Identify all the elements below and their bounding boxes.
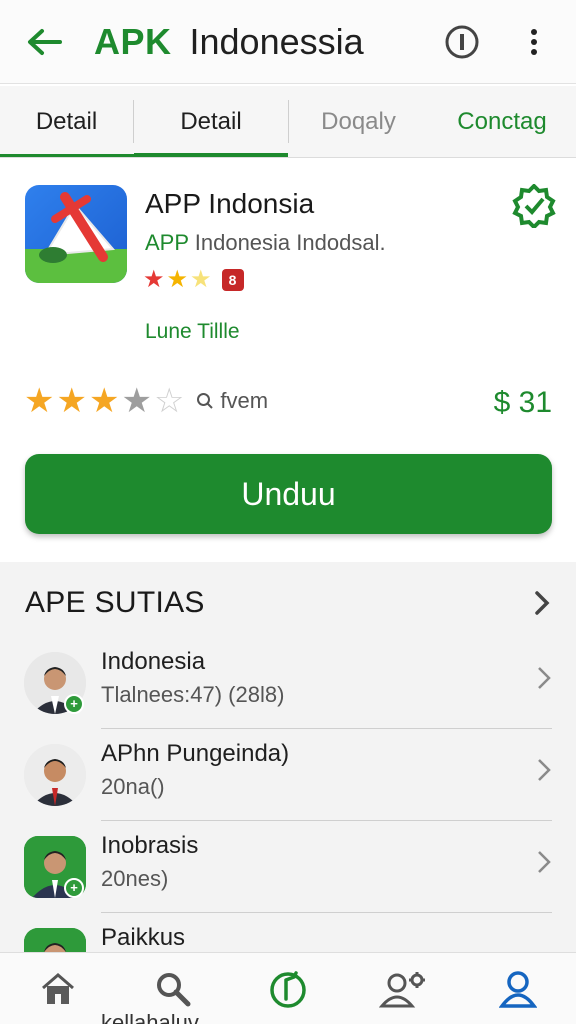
star-icon: ★ xyxy=(166,266,189,293)
app-info-card: APP Indonsia APP Indonesia Indodsal. ★ ★… xyxy=(0,160,576,560)
item-title: Paikkus xyxy=(101,924,186,951)
divider xyxy=(101,728,552,729)
chevron-right-icon xyxy=(538,759,551,781)
rating-row: ★ ★ ★ ★ ☆ fvem xyxy=(24,384,268,418)
more-vert-icon xyxy=(531,28,537,55)
related-section: APE SUTIAS + Indonesia Tlalnees:47) (28l… xyxy=(0,562,576,990)
add-badge-icon: + xyxy=(64,694,84,714)
add-badge-icon: + xyxy=(64,878,84,898)
more-options-button[interactable] xyxy=(508,16,560,68)
title-text: Indonessia xyxy=(189,20,364,62)
rocket-update-icon xyxy=(270,970,306,1008)
list-item[interactable]: + Inobrasis 20nes) xyxy=(0,832,576,924)
info-button[interactable] xyxy=(436,16,488,68)
tab-detail-2[interactable]: Detail xyxy=(134,86,288,157)
app-subtitle-green: APP xyxy=(145,230,189,255)
chevron-right-icon xyxy=(538,851,551,873)
item-title: APhn Pungeinda) xyxy=(101,740,290,767)
item-title: Indonesia xyxy=(101,648,206,675)
info-icon xyxy=(445,25,479,58)
divider xyxy=(101,820,552,821)
app-price: $ 31 xyxy=(493,386,552,419)
section-header[interactable]: APE SUTIAS xyxy=(25,586,551,620)
star-icon: ★ xyxy=(88,382,120,420)
tab-detail-1[interactable]: Detail xyxy=(0,100,134,143)
list-item[interactable]: APhn Pungeinda) 20na() xyxy=(0,740,576,832)
tab-conctag[interactable]: Conctag xyxy=(428,86,576,157)
divider xyxy=(101,912,552,913)
top-app-bar: APK Indonessia xyxy=(0,0,576,84)
search-icon xyxy=(156,972,191,1006)
list-item[interactable]: + Indonesia Tlalnees:47) (28l8) xyxy=(0,648,576,740)
developer-link[interactable]: Lune Tillle xyxy=(145,320,240,344)
star-empty-icon: ☆ xyxy=(153,382,185,420)
age-rating-badge: 8 xyxy=(221,269,244,291)
download-button[interactable]: Unduu xyxy=(25,454,552,534)
review-label: fvem xyxy=(220,388,269,413)
page-title: APK Indonessia xyxy=(94,21,436,63)
star-half-icon: ★ xyxy=(121,382,152,420)
review-count[interactable]: fvem xyxy=(196,388,268,414)
user-settings-icon xyxy=(379,971,426,1007)
back-button[interactable] xyxy=(14,12,74,72)
tab-bar: Detail Detail Doqaly Conctag xyxy=(0,86,576,158)
mini-rating: ★ ★ ★ 8 xyxy=(143,268,244,292)
chevron-right-icon xyxy=(538,667,551,689)
item-subtitle: 20na() xyxy=(101,774,165,799)
app-logo[interactable] xyxy=(25,185,127,283)
star-icon: ★ xyxy=(190,266,212,293)
section-title: APE SUTIAS xyxy=(25,586,205,619)
profile-icon xyxy=(499,970,538,1008)
list-peek-row: kellahaluv xyxy=(0,1010,576,1024)
item-subtitle: 20nes) xyxy=(101,866,169,891)
chevron-right-icon xyxy=(535,591,550,615)
search-icon xyxy=(197,393,214,409)
item-subtitle: Tlalnees:47) (28l8) xyxy=(101,682,285,707)
home-icon xyxy=(41,972,74,1004)
title-brand: APK xyxy=(94,20,172,62)
star-icon: ★ xyxy=(143,266,165,293)
avatar xyxy=(24,744,86,806)
app-name: APP Indonsia xyxy=(145,188,315,219)
app-subtitle: APP Indonesia Indodsal. xyxy=(145,230,386,256)
item-title: Inobrasis xyxy=(101,832,199,859)
app-subtitle-rest: Indonesia Indodsal. xyxy=(194,230,386,255)
verified-badge-icon xyxy=(512,183,556,230)
tab-doqaly[interactable]: Doqaly xyxy=(288,100,428,143)
star-icon: ★ xyxy=(56,382,87,420)
peek-text: kellahaluv xyxy=(101,1010,199,1024)
tab-indicator-left xyxy=(0,154,134,157)
arrow-left-icon xyxy=(28,28,62,55)
star-icon: ★ xyxy=(24,382,55,420)
